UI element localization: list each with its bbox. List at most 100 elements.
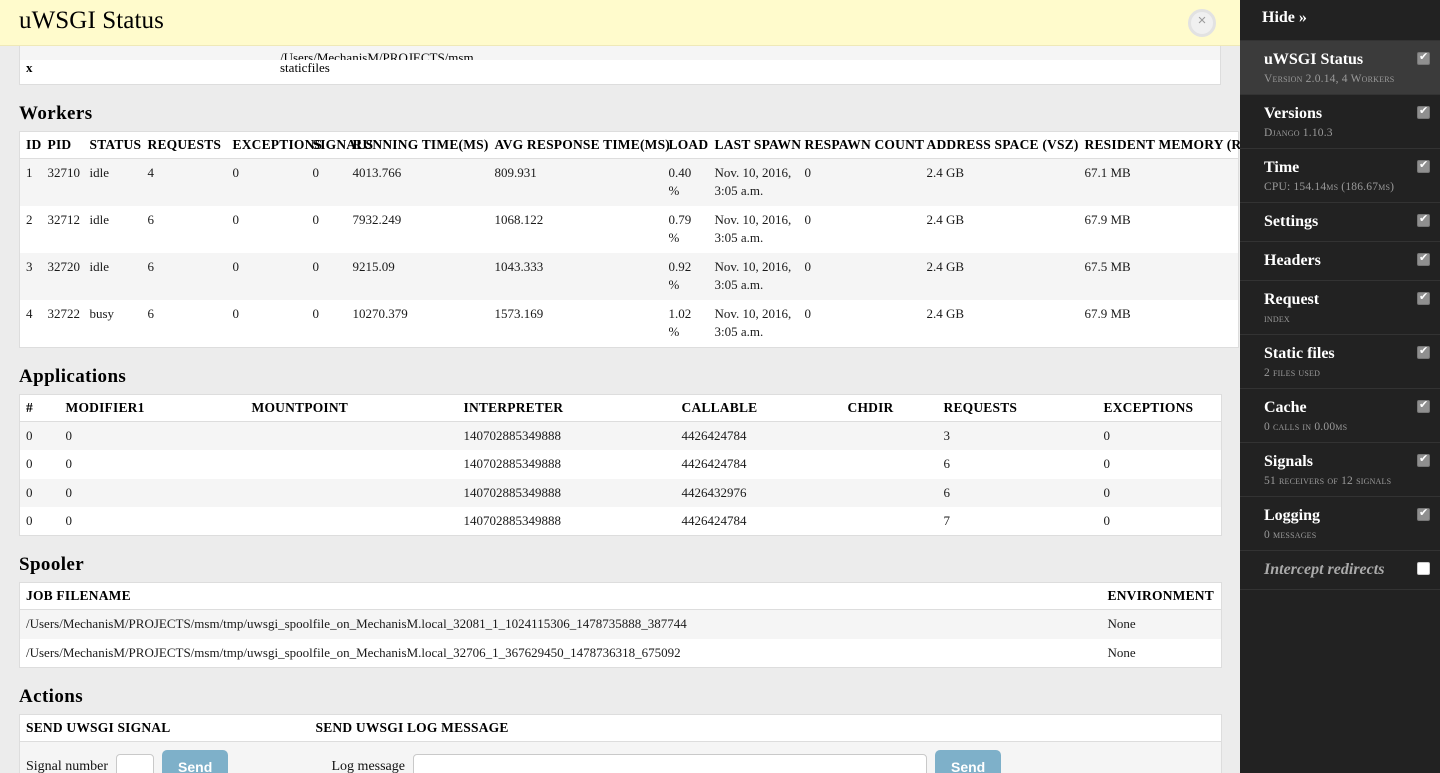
toolbar-item-signals[interactable]: Signals 51 receivers of 12 signals [1240,442,1440,496]
table-row: /Users/MechanisM/PROJECTS/msm/tmp/uwsgi_… [19,609,1222,639]
cell-col2: staticfiles [280,60,330,75]
toolbar-item-cache[interactable]: Cache 0 calls in 0.00ms [1240,388,1440,442]
cell-exceptions: 0 [1097,450,1222,479]
checkbox-icon[interactable] [1417,452,1430,467]
cell-requests: 6 [141,205,227,253]
toolbar-item-intercept-redirects[interactable]: Intercept redirects [1240,550,1440,589]
cell-requests: 6 [141,252,227,300]
cell-id: 4 [19,299,42,348]
col-load: Load [662,131,709,159]
cell-signals: 0 [306,252,347,300]
send-signal-cell: Signal number Send [19,741,310,773]
col-mountpoint: Mountpoint [245,394,458,422]
checkbox-icon[interactable] [1417,104,1430,119]
toolbar-item-request[interactable]: Request index [1240,280,1440,334]
cell-modifier1: 0 [59,506,246,536]
cell-interpreter: 140702885349888 [457,421,676,451]
panel-scroll-area[interactable]: . /Users/MechanisM/PROJECTS/msm x static… [0,46,1240,773]
send-signal-button[interactable]: Send [162,750,229,773]
toolbar-hide-button[interactable]: Hide » [1240,0,1440,40]
toolbar-item-logging[interactable]: Logging 0 messages [1240,496,1440,550]
cell-mountpoint [245,478,458,507]
cell-requests: 6 [141,299,227,348]
send-log-message-button[interactable]: Send [934,750,1002,773]
cell-last-spawn: Nov. 10, 2016, 3:05 a.m. [708,158,799,206]
cell-exceptions: 0 [1097,506,1222,536]
signal-number-label: Signal number [26,759,109,773]
toolbar-item-time[interactable]: Time CPU: 154.14ms (186.67ms) [1240,148,1440,202]
cell-address-space: 2.4 GB [920,158,1079,206]
cell-modifier1: 0 [59,478,246,507]
cell-mountpoint [245,506,458,536]
cell-pid: 32710 [41,158,84,206]
cell-load: 0.79 % [662,205,709,253]
table-row: 0 0 140702885349888 4426424784 3 0 [19,421,1222,451]
col-status: Status [83,131,142,159]
toolbar-item-static-files[interactable]: Static files 2 files used [1240,334,1440,388]
cell-index: 0 [19,450,60,479]
col-requests: Requests [141,131,227,159]
actions-heading: Actions [19,686,84,708]
cell-signals: 0 [306,205,347,253]
cell-chdir [841,506,938,536]
cell-running-time: 10270.379 [346,299,489,348]
toolbar-item-subtitle: Version 2.0.14, 4 Workers [1264,73,1395,85]
toolbar-item-subtitle: 0 calls in 0.00ms [1264,421,1348,433]
toolbar-item-subtitle: CPU: 154.14ms (186.67ms) [1264,181,1395,193]
cell-job-filename: /Users/MechanisM/PROJECTS/msm/tmp/uwsgi_… [19,638,1102,668]
cell-exceptions: 0 [226,299,307,348]
workers-table: ID PID Status Requests Exceptions Signal… [19,131,1240,348]
col-resident-memory: Resident memory (rss) [1078,131,1240,159]
toolbar-item-subtitle: 51 receivers of 12 signals [1264,475,1392,487]
col-index: # [19,394,60,422]
cell-last-spawn: Nov. 10, 2016, 3:05 a.m. [708,299,799,348]
col-requests: Requests [937,394,1098,422]
cell-respawn-count: 0 [798,299,921,348]
toolbar-item-settings[interactable]: Settings [1240,202,1440,241]
cell-load: 0.40 % [662,158,709,206]
col-chdir: Chdir [841,394,938,422]
toolbar-item-title: Settings [1264,213,1319,230]
cell-callable: 4426424784 [675,450,842,479]
checkbox-icon[interactable] [1417,344,1430,359]
cell-chdir [841,450,938,479]
table-row: 2 32712 idle 6 0 0 7932.249 1068.122 0.7… [19,205,1239,253]
toolbar-item-title: Signals [1264,453,1313,470]
table-row: 0 0 140702885349888 4426432976 6 0 [19,478,1222,507]
checkbox-icon[interactable] [1417,506,1430,521]
checkbox-icon[interactable] [1417,212,1430,227]
cell-address-space: 2.4 GB [920,205,1079,253]
checkbox-icon[interactable] [1417,562,1430,575]
cell-requests: 7 [937,506,1098,536]
toolbar-item-title: Cache [1264,399,1307,416]
checkbox-icon[interactable] [1417,251,1430,266]
page-title: uWSGI Status [19,7,164,34]
signal-number-input[interactable] [116,753,155,773]
table-row: 0 0 140702885349888 4426424784 7 0 [19,506,1222,536]
cell-avg-response-time: 809.931 [488,158,663,206]
cell-requests: 6 [937,478,1098,507]
checkbox-icon[interactable] [1417,398,1430,413]
cell-last-spawn: Nov. 10, 2016, 3:05 a.m. [708,252,799,300]
cell-index: 0 [19,421,60,451]
applications-table: # Modifier1 Mountpoint Interpreter Calla… [19,393,1222,537]
close-button[interactable]: × [1188,9,1216,37]
cell-chdir [841,421,938,451]
checkbox-icon[interactable] [1417,50,1430,65]
cell-col2: /Users/MechanisM/PROJECTS/msm [280,50,474,60]
toolbar-item-title: Logging [1264,507,1321,524]
cell-signals: 0 [306,299,347,348]
log-message-input[interactable] [412,753,927,773]
checkbox-icon[interactable] [1417,158,1430,173]
col-running-time: Running time(ms) [346,131,489,159]
cell-load: 0.92 % [662,252,709,300]
cell-id: 3 [19,252,42,300]
checkbox-icon[interactable] [1417,290,1430,305]
cell-exceptions: 0 [1097,478,1222,507]
toolbar-item-versions[interactable]: Versions Django 1.10.3 [1240,94,1440,148]
cell-respawn-count: 0 [798,205,921,253]
toolbar-item-subtitle: 2 files used [1264,367,1321,379]
toolbar-item-headers[interactable]: Headers [1240,241,1440,280]
col-interpreter: Interpreter [457,394,676,422]
toolbar-item-uwsgi-status[interactable]: uWSGI Status Version 2.0.14, 4 Workers [1240,40,1440,94]
